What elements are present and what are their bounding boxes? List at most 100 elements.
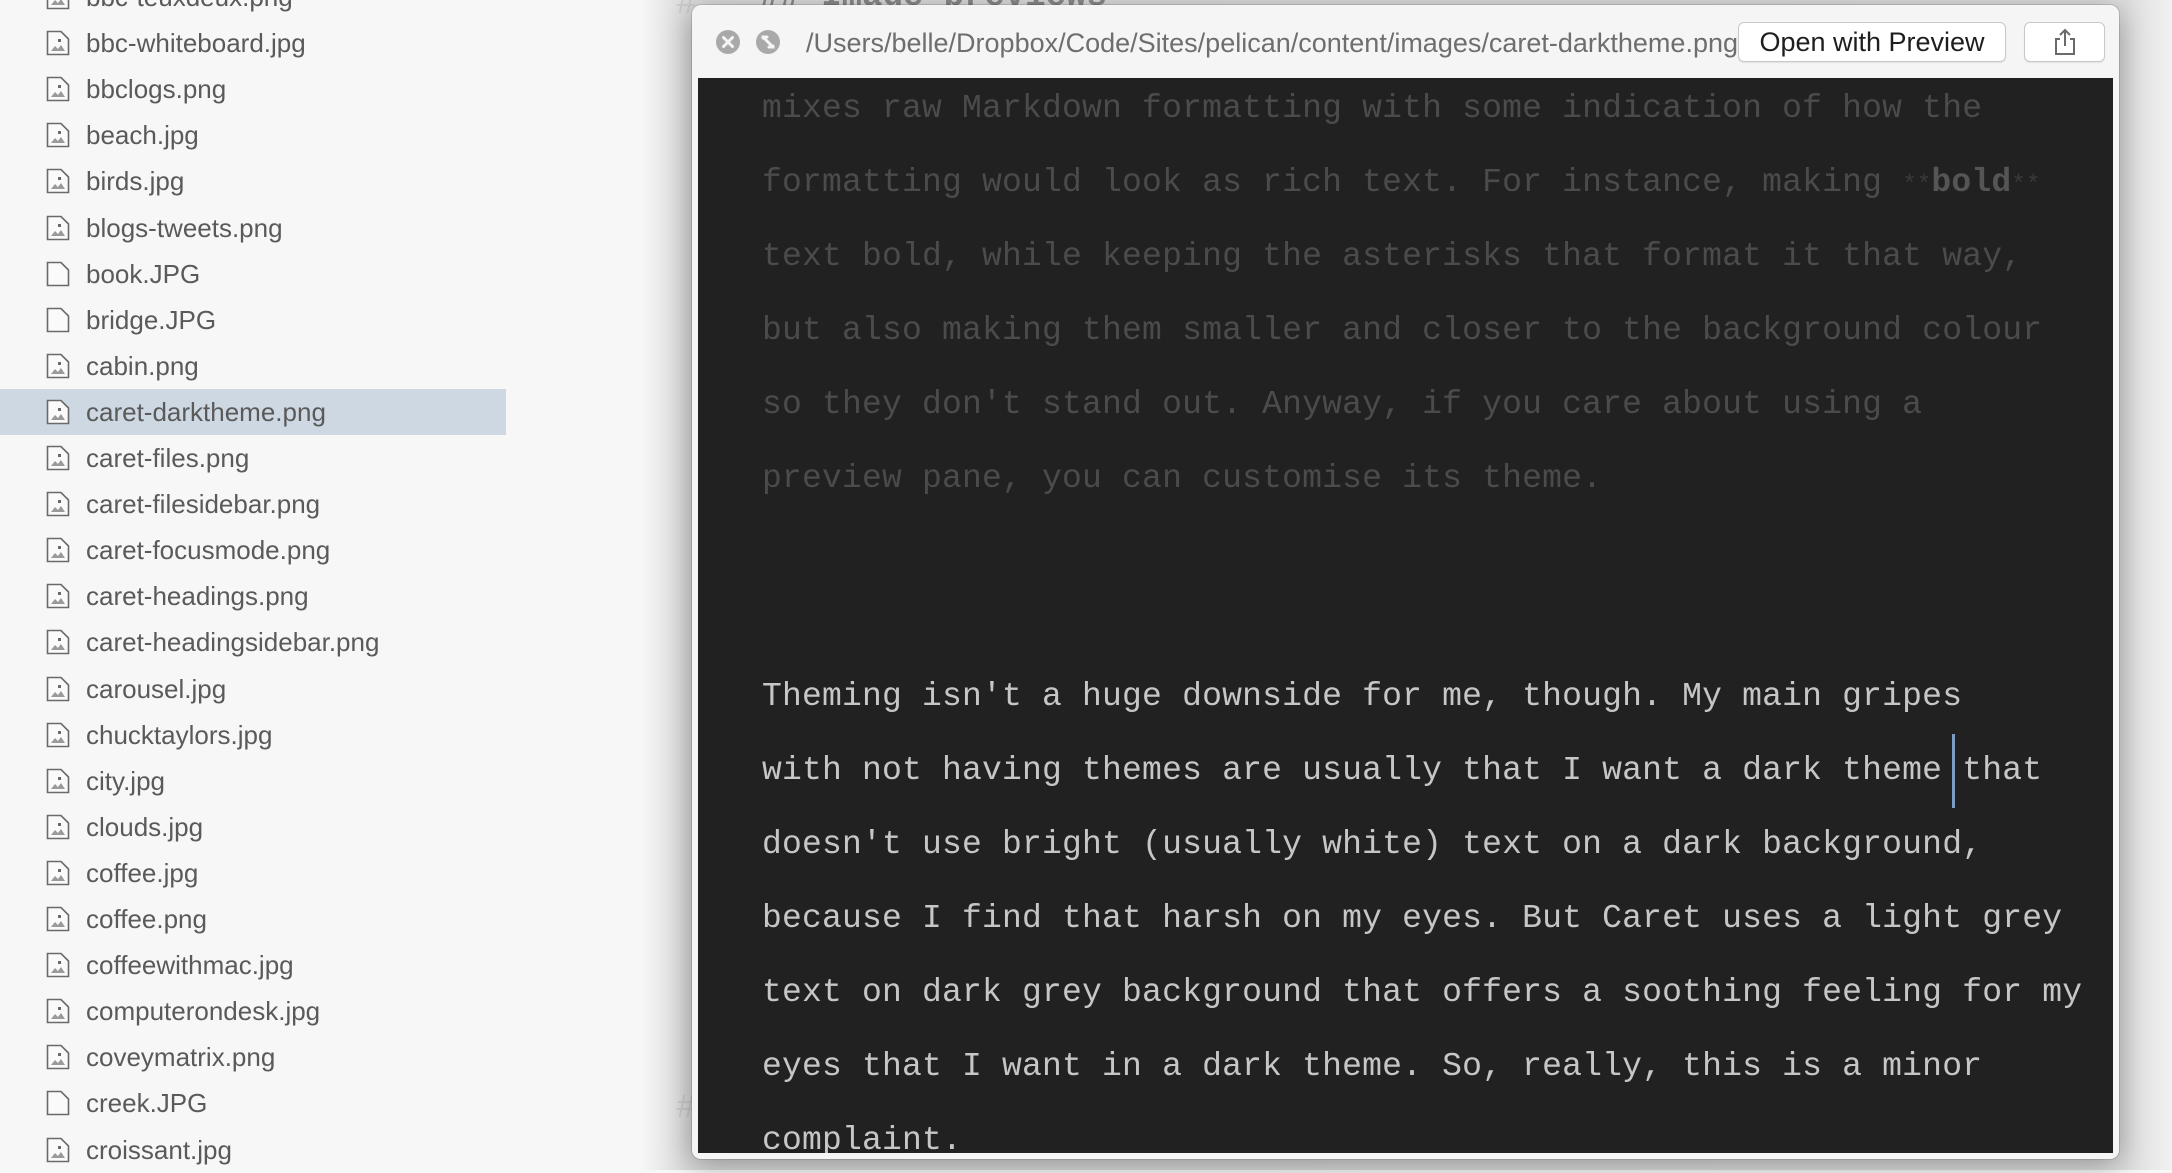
- image-file-icon: [46, 583, 70, 609]
- line-text: eyes that I want in a dark theme. So, re…: [762, 1048, 1983, 1085]
- quicklook-window: /Users/belle/Dropbox/Code/Sites/pelican/…: [692, 5, 2119, 1159]
- file-list-item[interactable]: beach.jpg: [0, 112, 506, 158]
- file-name: bridge.JPG: [86, 304, 217, 335]
- markdown-asterisks: **: [1902, 172, 1932, 199]
- file-list-item[interactable]: coffee.jpg: [0, 850, 506, 896]
- image-file-icon: [46, 676, 70, 702]
- image-file-icon: [46, 998, 70, 1024]
- close-button[interactable]: [716, 30, 740, 54]
- line-text: with not having themes are usually that …: [762, 752, 2043, 789]
- file-name: carousel.jpg: [86, 673, 227, 704]
- file-name: chucktaylors.jpg: [86, 719, 273, 750]
- file-name: coffee.jpg: [86, 857, 199, 888]
- file-list-item[interactable]: coveymatrix.png: [0, 1034, 506, 1080]
- image-file-icon: [46, 1044, 70, 1070]
- image-preview: mixes raw Markdown formatting with some …: [698, 78, 2113, 1153]
- file-list-item[interactable]: book.JPG: [0, 251, 506, 297]
- image-file-icon: [46, 399, 70, 425]
- image-file-icon: [46, 537, 70, 563]
- file-list-item[interactable]: caret-filesidebar.png: [0, 481, 506, 527]
- preview-text-line: eyes that I want in a dark theme. So, re…: [762, 1030, 1982, 1104]
- open-with-preview-button[interactable]: Open with Preview: [1738, 22, 2006, 62]
- file-name: city.jpg: [86, 765, 165, 796]
- file-list-item[interactable]: chucktaylors.jpg: [0, 712, 506, 758]
- line-text: text on dark grey background that offers…: [762, 974, 2083, 1011]
- image-file-icon: [46, 629, 70, 655]
- file-list-item[interactable]: birds.jpg: [0, 158, 506, 204]
- preview-text-line: because I find that harsh on my eyes. Bu…: [762, 882, 2062, 956]
- line-text: complaint.: [762, 1122, 963, 1153]
- blank-file-icon: [46, 1090, 70, 1116]
- blank-file-icon: [46, 307, 70, 333]
- preview-text-line: formatting would look as rich text. For …: [762, 146, 2041, 220]
- preview-text-line: preview pane, you can customise its them…: [762, 460, 1603, 497]
- image-file-icon: [46, 30, 70, 56]
- file-list-item[interactable]: croissant.jpg: [0, 1127, 506, 1173]
- image-file-icon: [46, 952, 70, 978]
- file-name: caret-files.png: [86, 443, 250, 473]
- file-name: coffee.png: [86, 904, 207, 934]
- image-file-icon: [46, 0, 70, 10]
- preview-text-line: text bold, while keeping the asterisks t…: [762, 238, 2023, 275]
- file-list-item[interactable]: computerondesk.jpg: [0, 988, 506, 1034]
- file-list-item[interactable]: carousel.jpg: [0, 666, 506, 712]
- file-sidebar: bbc-teuxdeux.png bbc-whiteboard.jpg bbclog…: [0, 0, 680, 1170]
- file-name: bbc-whiteboard.jpg: [86, 28, 306, 59]
- file-name: caret-headings.png: [86, 581, 309, 612]
- preview-text-line: mixes raw Markdown formatting with some …: [762, 90, 1983, 127]
- file-name: bbclogs.png: [86, 74, 227, 105]
- file-list-item[interactable]: clouds.jpg: [0, 804, 506, 850]
- image-file-icon: [46, 353, 70, 379]
- file-name: caret-darktheme.png: [86, 396, 326, 427]
- preview-text-line: complaint.: [762, 1104, 962, 1153]
- line-text: doesn't use bright (usually white) text …: [762, 826, 1983, 863]
- file-list-item[interactable]: caret-headings.png: [0, 573, 506, 619]
- file-list-item[interactable]: creek.JPG: [0, 1080, 506, 1126]
- file-name: clouds.jpg: [86, 811, 204, 842]
- preview-text-line: doesn't use bright (usually white) text …: [762, 808, 1982, 882]
- file-list-item[interactable]: blogs-tweets.png: [0, 205, 506, 251]
- preview-text-line: so they don't stand out. Anyway, if you …: [762, 386, 1923, 423]
- file-path-title: /Users/belle/Dropbox/Code/Sites/pelican/…: [806, 28, 1738, 58]
- preview-text-line: but also making them smaller and closer …: [762, 312, 2043, 349]
- image-file-icon: [46, 722, 70, 748]
- file-list-item[interactable]: caret-files.png: [0, 435, 506, 481]
- file-list-item[interactable]: coffeewithmac.jpg: [0, 942, 506, 988]
- preview-text-line: text on dark grey background that offers…: [762, 956, 2082, 1030]
- file-list-item[interactable]: city.jpg: [0, 758, 506, 804]
- file-list-item[interactable]: bbc-whiteboard.jpg: [0, 20, 506, 66]
- image-file-icon: [46, 168, 70, 194]
- file-name: coveymatrix.png: [86, 1042, 276, 1073]
- file-name: coffeewithmac.jpg: [86, 950, 294, 981]
- file-name: cabin.png: [86, 350, 199, 381]
- file-list-item[interactable]: caret-focusmode.png: [0, 527, 506, 573]
- image-file-icon: [46, 768, 70, 794]
- image-file-icon: [46, 445, 70, 471]
- image-file-icon: [46, 860, 70, 886]
- file-list-item[interactable]: bridge.JPG: [0, 297, 506, 343]
- file-name: beach.jpg: [86, 120, 199, 151]
- image-file-icon: [46, 76, 70, 102]
- image-file-icon: [46, 215, 70, 241]
- image-file-icon: [46, 122, 70, 148]
- file-list-item[interactable]: caret-headingsidebar.png: [0, 619, 506, 665]
- image-file-icon: [46, 1137, 70, 1163]
- file-name: creek.JPG: [86, 1088, 208, 1119]
- file-name: computerondesk.jpg: [86, 996, 321, 1027]
- file-list-item[interactable]: bbclogs.png: [0, 66, 506, 112]
- preview-text-line: Theming isn't a huge downside for me, th…: [762, 660, 1962, 734]
- file-list-item[interactable]: cabin.png: [0, 343, 506, 389]
- file-list-item[interactable]: coffee.png: [0, 896, 506, 942]
- share-button[interactable]: [2024, 22, 2105, 62]
- file-list-item[interactable]: caret-darktheme.png: [0, 388, 506, 435]
- preview-text-line: with not having themes are usually that …: [762, 734, 2042, 808]
- file-name: bbc-teuxdeux.png: [86, 0, 293, 20]
- line-text: Theming isn't a huge downside for me, th…: [762, 678, 1963, 715]
- line-text: because I find that harsh on my eyes. Bu…: [762, 900, 2063, 937]
- file-name: book.JPG: [86, 258, 201, 289]
- fullscreen-button[interactable]: [756, 30, 780, 54]
- markdown-asterisks: **: [2011, 172, 2041, 199]
- file-list-item[interactable]: bbc-teuxdeux.png: [0, 0, 506, 20]
- bold-text: bold: [1931, 164, 2012, 201]
- file-name: caret-headingsidebar.png: [86, 627, 380, 658]
